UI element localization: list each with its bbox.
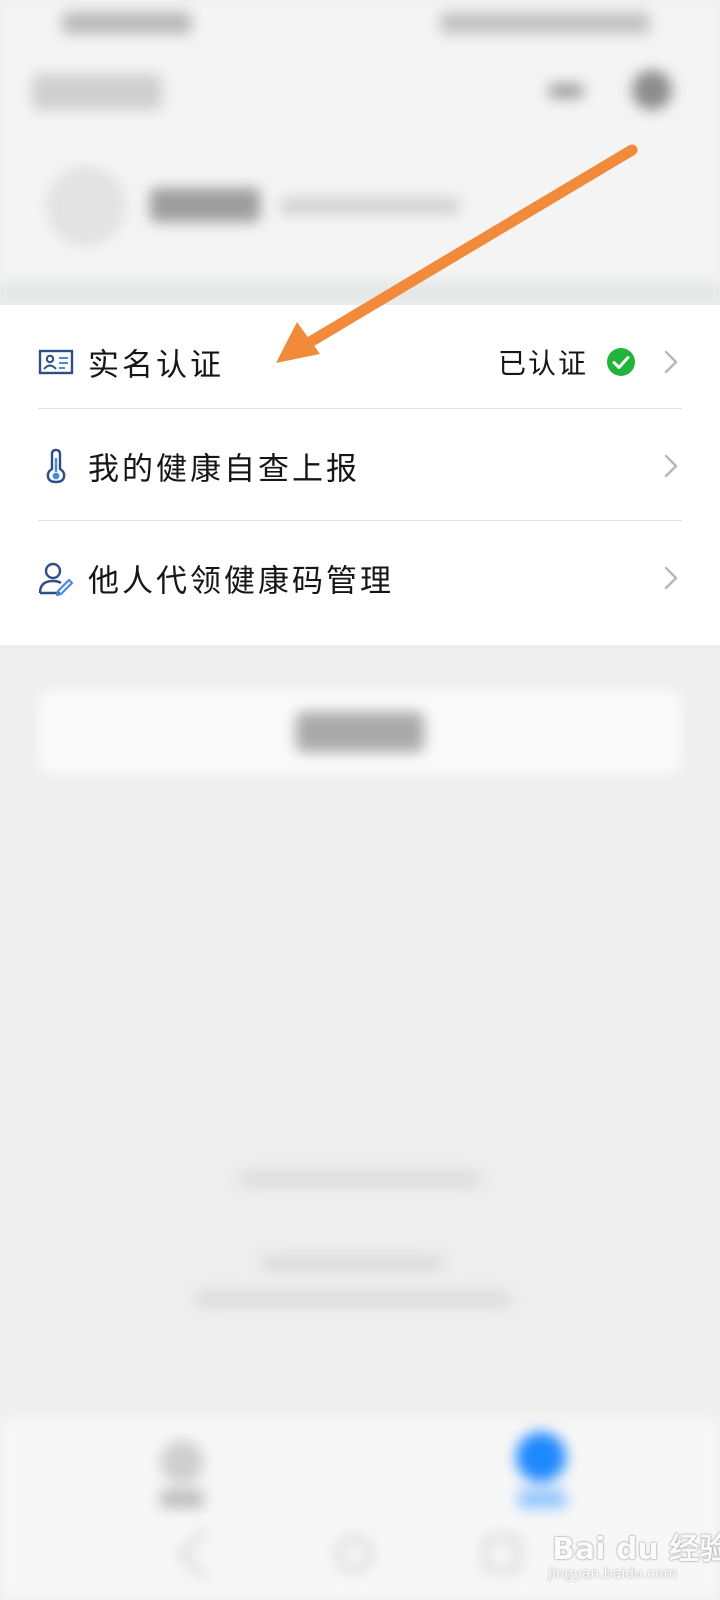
menu-item-label: 实名认证: [88, 347, 224, 383]
status-bar-right: [440, 12, 650, 34]
recents-icon[interactable]: [484, 1536, 520, 1572]
thermometer-icon: [46, 448, 66, 483]
chevron-right-icon: [664, 566, 678, 589]
footer-text: [240, 1172, 480, 1186]
status-bar: [0, 0, 720, 50]
menu-item-real-name[interactable]: 实名认证 已认证: [0, 305, 720, 418]
id-card-icon: [38, 349, 74, 374]
chevron-right-icon: [664, 454, 678, 477]
profile-phone: [280, 198, 460, 214]
verified-status: 已认证: [498, 346, 589, 380]
logout-button-label: [296, 712, 424, 752]
tab-home-label: [160, 1490, 204, 1508]
profile-name: [150, 188, 260, 222]
home-icon[interactable]: [336, 1536, 372, 1572]
chevron-right-icon: [664, 350, 678, 373]
status-bar-left: [62, 12, 192, 34]
menu-item-label: 他人代领健康码管理: [88, 563, 394, 599]
profile-header-area: [0, 0, 720, 300]
avatar[interactable]: [48, 168, 124, 244]
logout-button[interactable]: [38, 690, 682, 774]
menu-item-label: 我的健康自查上报: [88, 451, 360, 487]
baidu-jingyan-watermark: Bai du 经验 jingyan.baidu.com: [548, 1518, 720, 1590]
menu-item-health-report[interactable]: 我的健康自查上报: [0, 409, 720, 522]
watermark-domain: jingyan.baidu.com: [548, 1566, 678, 1582]
footer-text: [196, 1292, 510, 1306]
person-edit-icon: [38, 562, 74, 596]
footer-text: [262, 1256, 442, 1270]
check-circle-icon: [607, 347, 635, 376]
section-divider: [0, 282, 720, 300]
page-title: [32, 74, 162, 110]
menu-card: 实名认证 已认证 我的健康自查上报 他人代领健康码管理: [0, 305, 720, 645]
tab-home-icon[interactable]: [160, 1440, 204, 1484]
close-icon[interactable]: [632, 70, 672, 110]
more-icon[interactable]: [548, 84, 584, 98]
tab-me-icon[interactable]: [516, 1432, 566, 1482]
watermark-brand: Bai du 经验: [552, 1532, 720, 1567]
menu-item-proxy-health-code[interactable]: 他人代领健康码管理: [0, 521, 720, 634]
tab-me-label: [518, 1490, 566, 1508]
